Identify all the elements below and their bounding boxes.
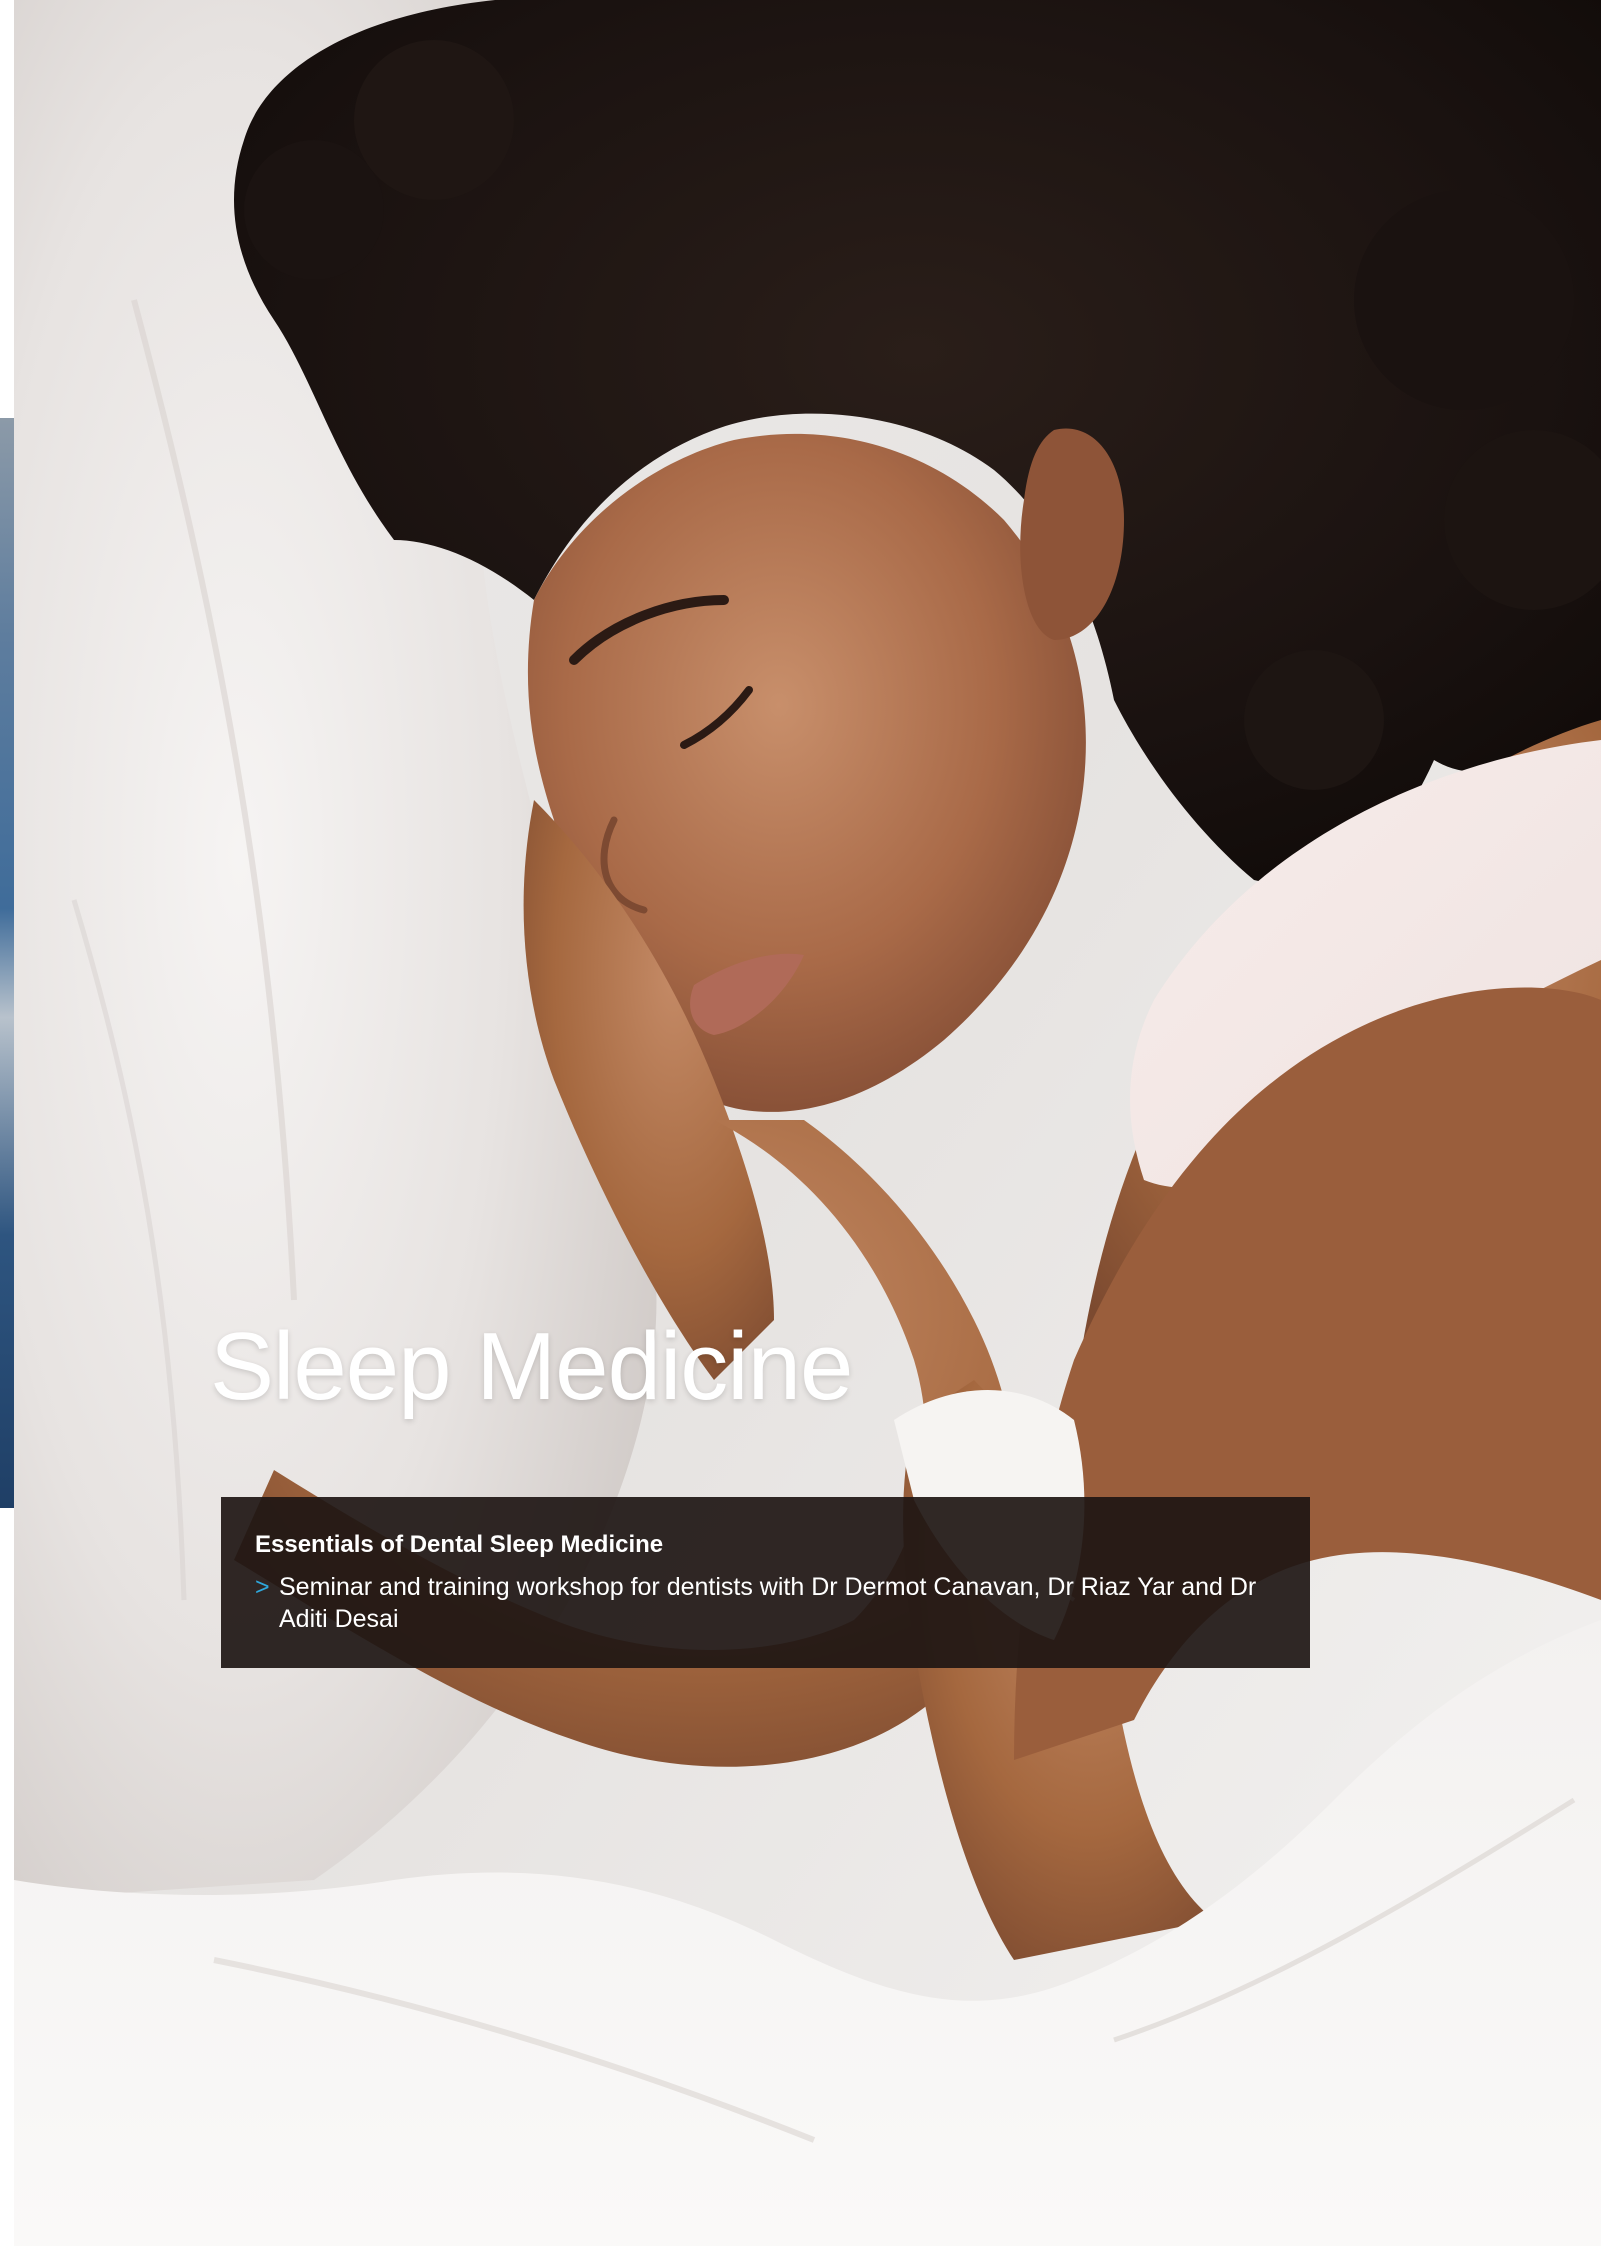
hero-photo: [14, 0, 1601, 2246]
chevron-right-icon: >: [255, 1573, 270, 1601]
course-list-item: > Seminar and training workshop for dent…: [255, 1571, 1276, 1635]
page-gutter: [0, 0, 14, 2246]
course-description: Seminar and training workshop for dentis…: [279, 1573, 1257, 1633]
page-title: Sleep Medicine: [210, 1313, 853, 1420]
brochure-page: Sleep Medicine Essentials of Dental Slee…: [0, 0, 1601, 2246]
course-heading: Essentials of Dental Sleep Medicine: [255, 1531, 664, 1558]
course-info-box: Essentials of Dental Sleep Medicine > Se…: [221, 1497, 1310, 1668]
adjacent-page-photo-edge: [0, 418, 14, 1508]
